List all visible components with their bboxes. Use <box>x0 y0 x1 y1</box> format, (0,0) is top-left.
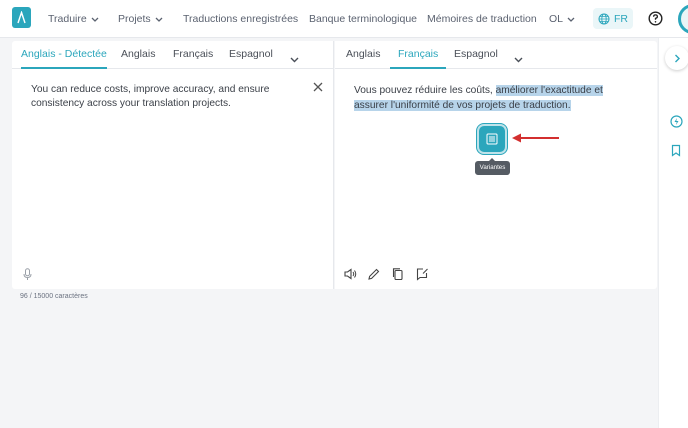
bookmark-icon[interactable] <box>670 144 682 162</box>
annotation-arrow-icon <box>511 131 561 149</box>
source-tab-detected[interactable]: Anglais - Détectée <box>21 41 107 69</box>
chevron-down-icon <box>567 17 575 22</box>
nav-term-bank[interactable]: Banque terminologique <box>309 0 417 38</box>
edit-icon[interactable] <box>367 267 381 281</box>
globe-icon <box>598 13 610 25</box>
copy-icon[interactable] <box>391 267 405 281</box>
nav-translate-menu[interactable]: Traduire <box>48 0 99 38</box>
source-text-input[interactable]: You can reduce costs, improve accuracy, … <box>31 83 271 111</box>
nav-org-label: OL <box>549 13 564 25</box>
nav-translation-memories-label: Mémoires de traduction <box>427 13 537 25</box>
variants-button[interactable] <box>477 124 507 154</box>
user-avatar[interactable] <box>678 4 688 34</box>
target-language-tabs: Anglais Français Espagnol <box>335 41 657 69</box>
nav-saved-translations[interactable]: Traductions enregistrées <box>183 0 298 38</box>
nav-org-menu[interactable]: OL <box>549 0 575 38</box>
chevron-right-icon <box>674 54 681 63</box>
target-tab-spanish[interactable]: Espagnol <box>454 41 498 69</box>
chevron-down-icon[interactable] <box>514 50 523 68</box>
chevron-down-icon <box>155 17 163 22</box>
top-navigation-bar: Traduire Projets Traductions enregistrée… <box>0 0 688 38</box>
nav-saved-translations-label: Traductions enregistrées <box>183 13 299 25</box>
character-counter: 96 / 15000 caractères <box>20 293 88 300</box>
source-tab-spanish[interactable]: Espagnol <box>229 41 273 69</box>
microphone-icon[interactable] <box>23 268 32 286</box>
speaker-icon[interactable] <box>343 267 357 281</box>
nav-term-bank-label: Banque terminologique <box>309 13 417 25</box>
app-logo-icon[interactable] <box>12 7 31 28</box>
translation-text: Vous pouvez réduire les coûts, <box>354 85 496 96</box>
feedback-icon[interactable] <box>415 267 429 281</box>
right-side-rail <box>658 38 688 428</box>
expand-panel-button[interactable] <box>665 46 688 70</box>
chevron-down-icon <box>91 17 99 22</box>
target-panel: Anglais Français Espagnol Vous pouvez ré… <box>335 41 657 289</box>
nav-translate-label: Traduire <box>48 13 87 25</box>
list-icon <box>486 133 498 145</box>
nav-projects-menu[interactable]: Projets <box>118 0 163 38</box>
chevron-down-icon[interactable] <box>290 50 299 68</box>
nav-projects-label: Projets <box>118 13 151 25</box>
source-tab-english[interactable]: Anglais <box>121 41 155 69</box>
source-tab-french[interactable]: Français <box>173 41 213 69</box>
source-panel: Anglais - Détectée Anglais Français Espa… <box>12 41 334 289</box>
source-language-tabs: Anglais - Détectée Anglais Français Espa… <box>12 41 333 69</box>
ui-language-label: FR <box>614 12 628 25</box>
ui-language-selector[interactable]: FR <box>593 8 633 29</box>
close-icon[interactable] <box>312 80 324 92</box>
nav-translation-memories[interactable]: Mémoires de traduction <box>427 0 537 38</box>
translation-output[interactable]: Vous pouvez réduire les coûts, améliorer… <box>354 83 639 113</box>
lightning-icon[interactable] <box>670 115 683 133</box>
target-tab-french[interactable]: Français <box>390 41 447 69</box>
help-icon[interactable] <box>648 11 663 26</box>
variants-tooltip: Variantes <box>475 158 510 175</box>
target-tab-english[interactable]: Anglais <box>346 41 380 69</box>
